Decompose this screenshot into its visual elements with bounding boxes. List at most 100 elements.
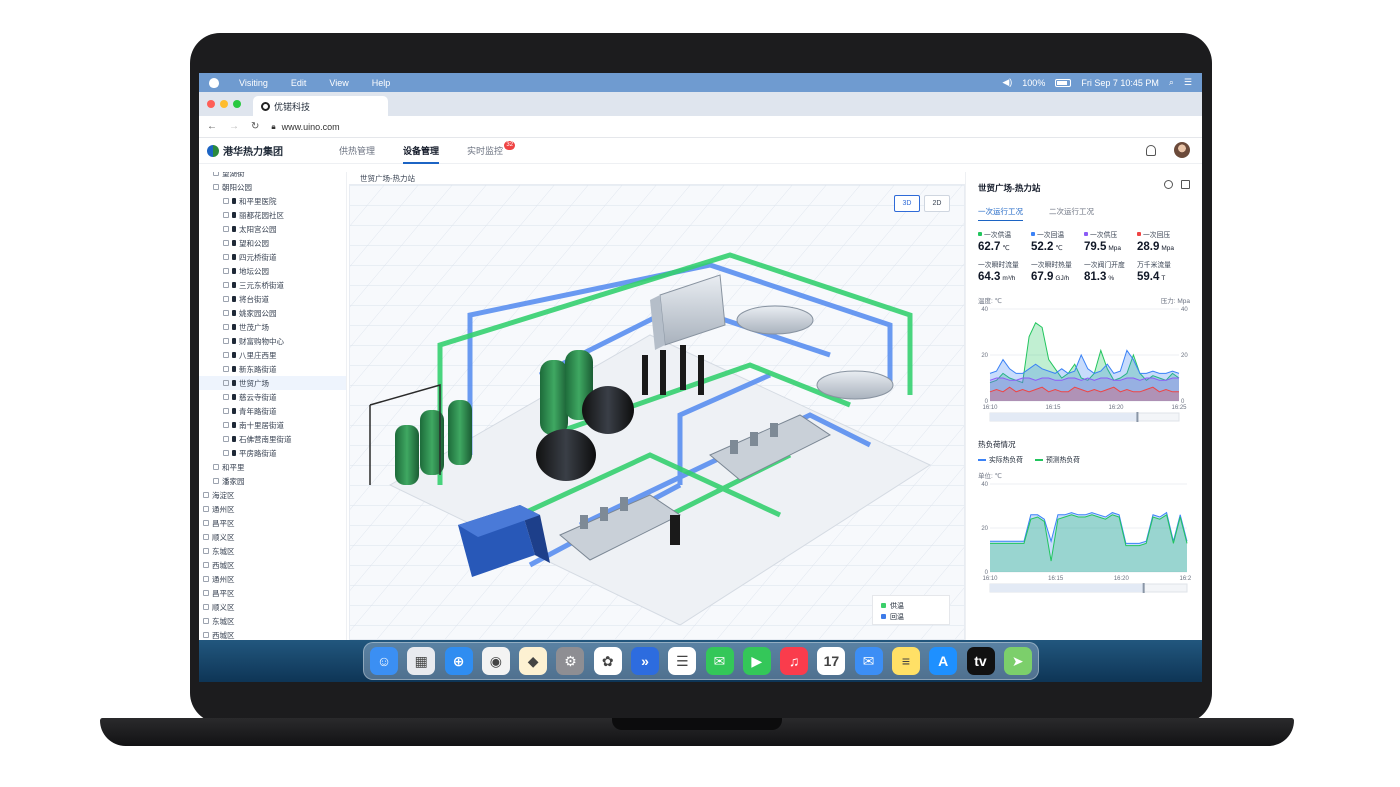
tree-item[interactable]: 望湖街 xyxy=(199,172,346,180)
temperature-pressure-chart[interactable]: 402004020016:10 16:15 16:20 16:25 xyxy=(978,305,1191,427)
app-store-icon[interactable]: A xyxy=(929,647,958,675)
tree-item[interactable]: 通州区 xyxy=(199,572,346,586)
tree-item[interactable]: 地坛公园 xyxy=(199,264,346,278)
sketch-icon[interactable]: ◆ xyxy=(519,647,548,675)
expand-toggle-icon[interactable] xyxy=(213,172,219,176)
tree-item[interactable]: 世茂广场 xyxy=(199,320,346,334)
tree-item[interactable]: 昌平区 xyxy=(199,516,346,530)
bell-icon[interactable] xyxy=(1146,144,1156,156)
expand-toggle-icon[interactable] xyxy=(223,338,229,344)
apple-tv-icon[interactable]: tv xyxy=(966,647,995,675)
expand-toggle-icon[interactable] xyxy=(203,548,209,554)
expand-toggle-icon[interactable] xyxy=(203,604,209,610)
expand-toggle-icon[interactable] xyxy=(203,534,209,540)
menu-view[interactable]: View xyxy=(329,78,348,88)
expand-toggle-icon[interactable] xyxy=(223,408,229,414)
tree-item[interactable]: 朝阳公园 xyxy=(199,180,346,194)
tree-item[interactable]: 新东路街道 xyxy=(199,362,346,376)
tree-item[interactable]: 昌平区 xyxy=(199,586,346,600)
close-window-button[interactable] xyxy=(207,100,215,108)
expand-toggle-icon[interactable] xyxy=(223,212,229,218)
tree-item[interactable]: 三元东桥街道 xyxy=(199,278,346,292)
tab-primary-condition[interactable]: 一次运行工况 xyxy=(978,206,1023,221)
tree-item[interactable]: 太阳宫公园 xyxy=(199,222,346,236)
infuse-icon[interactable]: » xyxy=(630,647,659,675)
tree-item[interactable]: 和平里 xyxy=(199,460,346,474)
menu-edit[interactable]: Edit xyxy=(291,78,307,88)
finder-icon[interactable]: ☺ xyxy=(370,647,398,675)
tree-item[interactable]: 通州区 xyxy=(199,502,346,516)
expand-toggle-icon[interactable] xyxy=(223,268,229,274)
heat-load-chart[interactable]: 4020016:1016:1516:2016:25 xyxy=(978,480,1195,598)
tree-item[interactable]: 四元桥街道 xyxy=(199,250,346,264)
expand-toggle-icon[interactable] xyxy=(223,198,229,204)
volume-icon[interactable]: ◀) xyxy=(1002,77,1012,88)
tree-item[interactable]: 东城区 xyxy=(199,614,346,628)
tree-item[interactable]: 世贸广场 xyxy=(199,376,346,390)
expand-toggle-icon[interactable] xyxy=(223,282,229,288)
tree-item[interactable]: 东城区 xyxy=(199,544,346,558)
expand-toggle-icon[interactable] xyxy=(223,394,229,400)
expand-toggle-icon[interactable] xyxy=(223,296,229,302)
calendar-icon[interactable]: 17 xyxy=(817,647,846,675)
3d-stage[interactable]: 3D 2D 供温 回温 xyxy=(349,184,965,640)
tree-item[interactable]: 丽都花园社区 xyxy=(199,208,346,222)
safari-icon[interactable]: ⊕ xyxy=(444,647,473,675)
expand-toggle-icon[interactable] xyxy=(223,380,229,386)
photos-icon[interactable]: ✿ xyxy=(593,647,622,675)
expand-toggle-icon[interactable] xyxy=(223,366,229,372)
tree-item[interactable]: 石佛营南里街道 xyxy=(199,432,346,446)
tree-item[interactable]: 西城区 xyxy=(199,558,346,572)
expand-toggle-icon[interactable] xyxy=(203,632,209,638)
chrome-icon[interactable]: ◉ xyxy=(481,647,510,675)
reload-icon[interactable]: ↻ xyxy=(251,121,259,132)
expand-toggle-icon[interactable] xyxy=(213,478,219,484)
expand-toggle-icon[interactable] xyxy=(223,352,229,358)
expand-toggle-icon[interactable] xyxy=(213,464,219,470)
clock[interactable]: Fri Sep 7 10:45 PM xyxy=(1081,78,1159,88)
notes-icon[interactable]: ≡ xyxy=(891,647,920,675)
back-arrow-icon[interactable]: ← xyxy=(207,121,217,132)
fullscreen-icon[interactable] xyxy=(1181,180,1190,189)
expand-toggle-icon[interactable] xyxy=(223,450,229,456)
tree-item[interactable]: 海淀区 xyxy=(199,488,346,502)
music-icon[interactable]: ♫ xyxy=(780,647,809,675)
nav-heating-management[interactable]: 供热管理 xyxy=(339,138,375,164)
forward-arrow-icon[interactable]: → xyxy=(229,121,239,132)
tree-item[interactable]: 和平里医院 xyxy=(199,194,346,208)
expand-toggle-icon[interactable] xyxy=(203,562,209,568)
tree-item[interactable]: 将台街道 xyxy=(199,292,346,306)
tree-item[interactable]: 顺义区 xyxy=(199,600,346,614)
zoom-slider-handle[interactable] xyxy=(1142,583,1145,593)
url-field[interactable]: 🔒︎ www.uino.com xyxy=(271,119,1192,135)
zoom-window-button[interactable] xyxy=(233,100,241,108)
expand-toggle-icon[interactable] xyxy=(203,492,209,498)
launchpad-icon[interactable]: ▦ xyxy=(407,647,436,675)
globe-icon[interactable] xyxy=(1164,180,1173,189)
facetime-icon[interactable]: ▶ xyxy=(742,647,771,675)
nav-equipment-management[interactable]: 设备管理 xyxy=(403,138,440,164)
control-center-icon[interactable]: ☰ xyxy=(1184,77,1192,88)
expand-toggle-icon[interactable] xyxy=(223,226,229,232)
expand-toggle-icon[interactable] xyxy=(223,324,229,330)
expand-toggle-icon[interactable] xyxy=(223,310,229,316)
expand-toggle-icon[interactable] xyxy=(223,240,229,246)
maps-icon[interactable]: ➤ xyxy=(1003,647,1032,675)
tree-item[interactable]: 望和公园 xyxy=(199,236,346,250)
view-3d-button[interactable]: 3D xyxy=(894,195,920,212)
mail-icon[interactable]: ✉ xyxy=(854,647,883,675)
collapse-toggle-icon[interactable] xyxy=(213,184,219,190)
tree-item[interactable]: 顺义区 xyxy=(199,530,346,544)
expand-toggle-icon[interactable] xyxy=(223,436,229,442)
tree-item[interactable]: 南十里居街道 xyxy=(199,418,346,432)
tree-item[interactable]: 姚家园公园 xyxy=(199,306,346,320)
expand-toggle-icon[interactable] xyxy=(203,618,209,624)
expand-toggle-icon[interactable] xyxy=(203,576,209,582)
expand-toggle-icon[interactable] xyxy=(223,254,229,260)
zoom-slider-handle[interactable] xyxy=(1136,412,1139,422)
brand[interactable]: 港华热力集团 xyxy=(199,143,339,158)
reminders-icon[interactable]: ☰ xyxy=(668,647,697,675)
nav-realtime-monitoring[interactable]: 实时监控 32 xyxy=(467,138,516,164)
tree-item[interactable]: 潘家园 xyxy=(199,474,346,488)
plant-model[interactable] xyxy=(350,185,965,640)
